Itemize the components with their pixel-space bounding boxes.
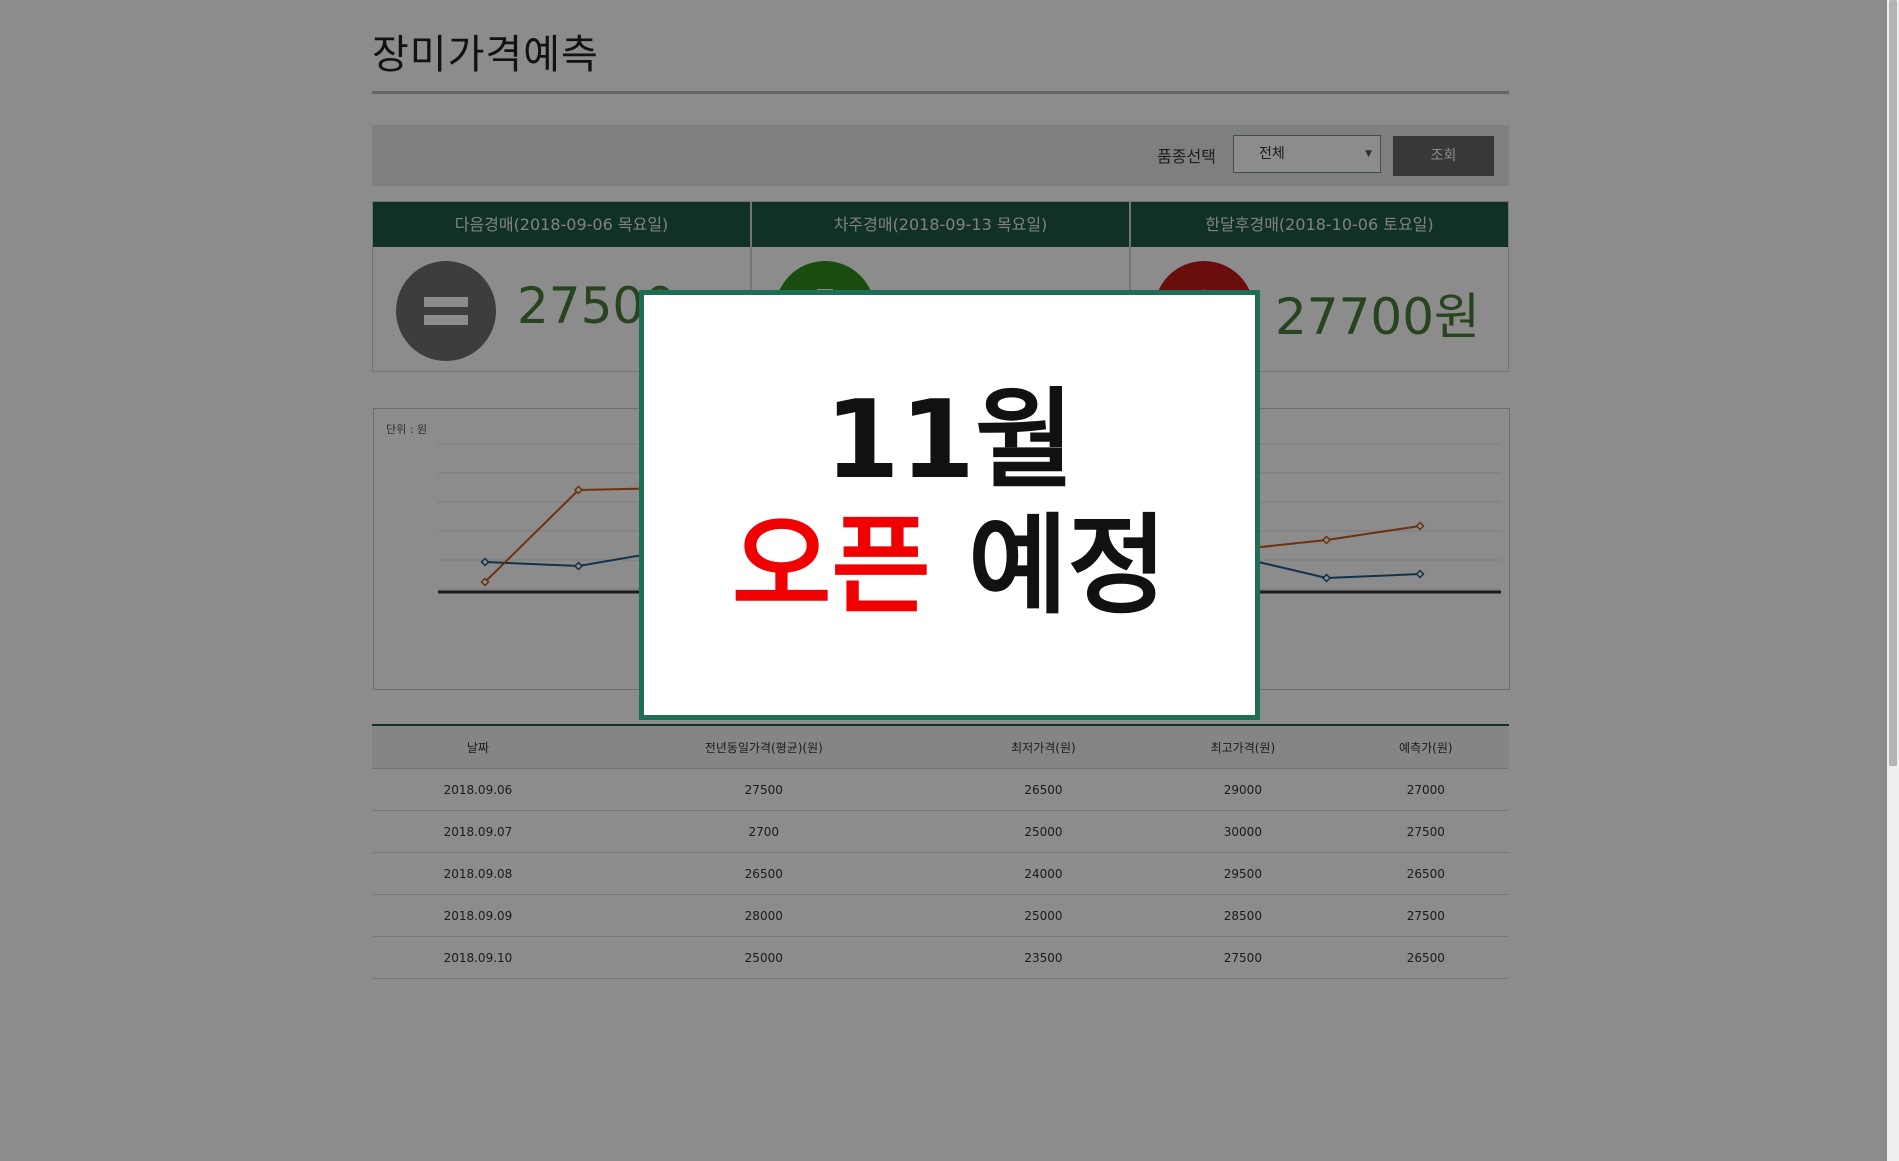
popup-month: 11월	[824, 378, 1075, 503]
notice-popup[interactable]: 11월 오픈 예정	[639, 290, 1260, 720]
page-scrollbar[interactable]	[1887, 0, 1899, 1161]
popup-message: 오픈 예정	[644, 507, 1255, 627]
scrollbar-thumb[interactable]	[1889, 0, 1897, 766]
page: 장미가격예측 품종선택 전체 ▼ 조회 다음경매(2018-09-06 목요일)…	[0, 0, 1899, 1161]
popup-scheduled-word: 예정	[968, 504, 1168, 629]
popup-open-word: 오픈	[731, 504, 931, 629]
